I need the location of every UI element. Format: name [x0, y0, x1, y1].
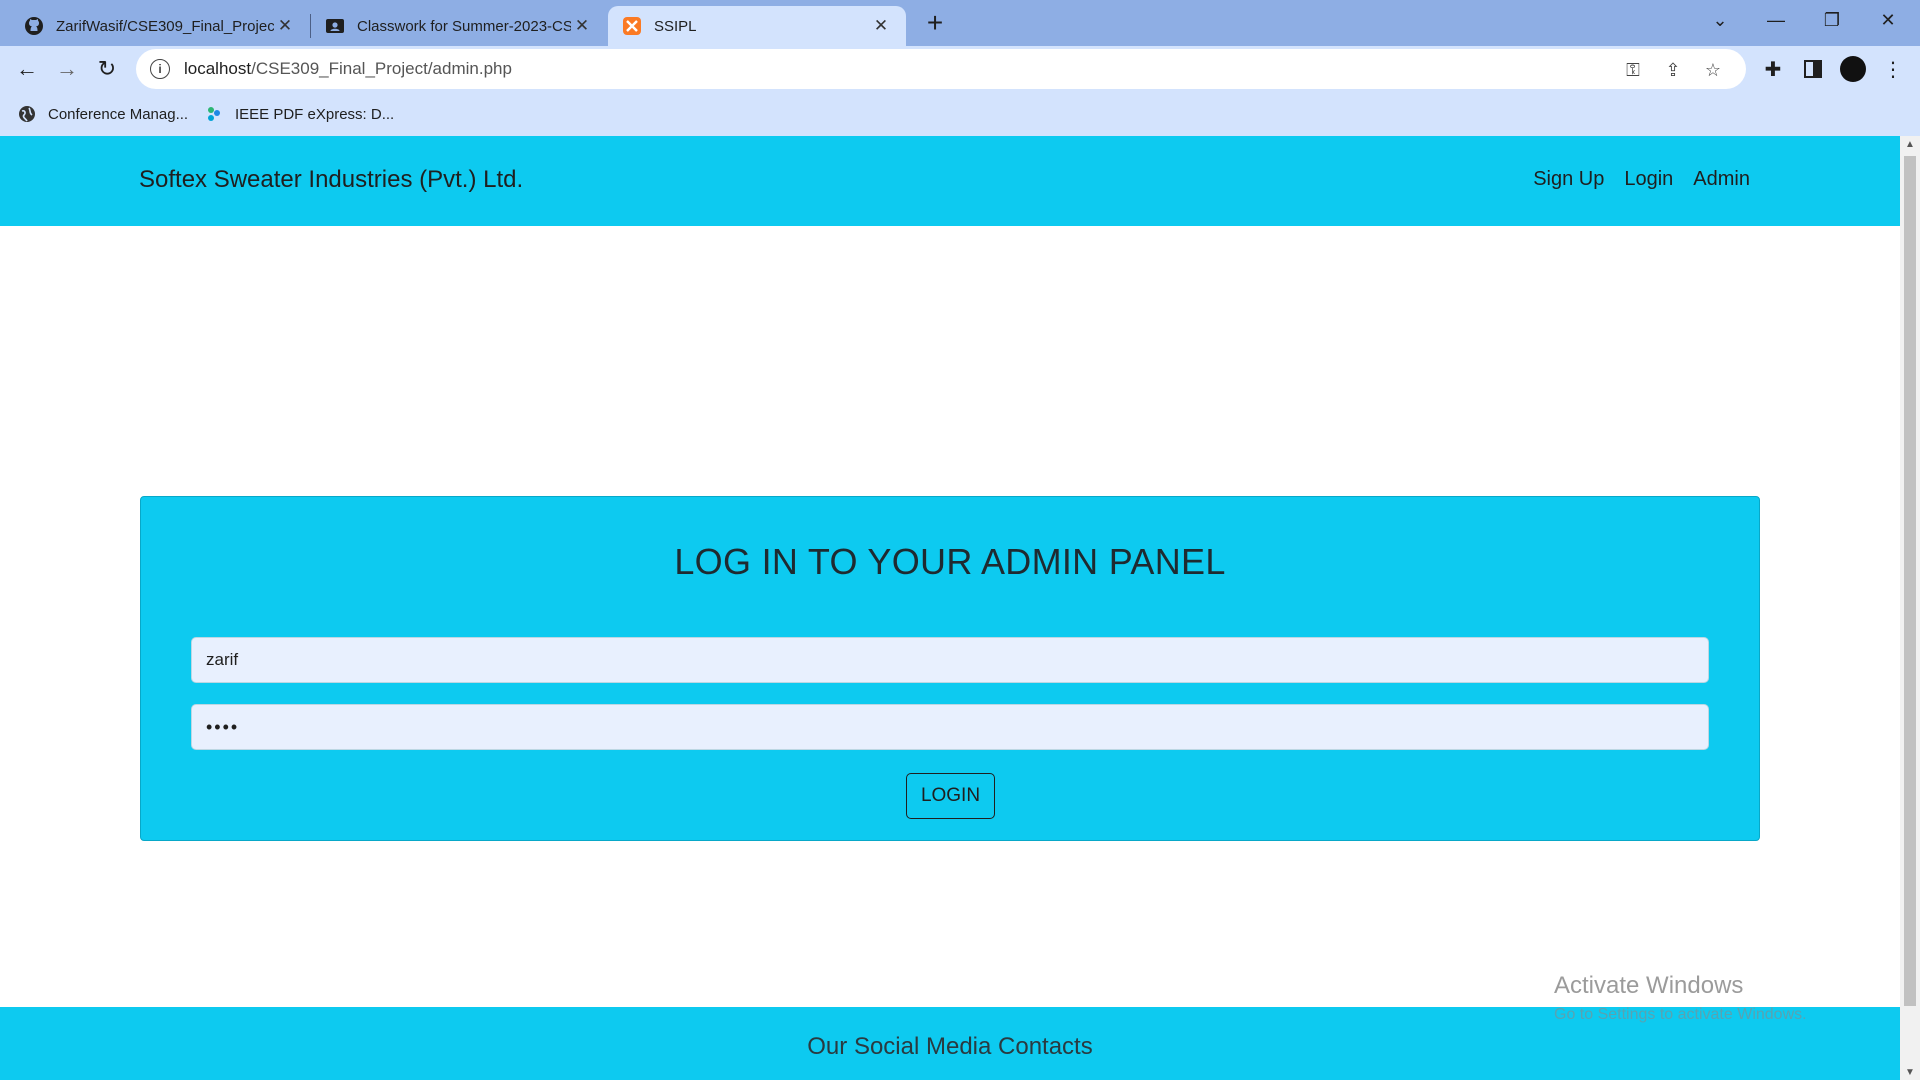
login-title: LOG IN TO YOUR ADMIN PANEL — [674, 541, 1226, 582]
back-arrow-icon[interactable]: ← — [10, 52, 44, 86]
footer-heading: Our Social Media Contacts — [807, 1033, 1093, 1060]
url-host: localhost — [184, 59, 252, 78]
scrollbar-thumb[interactable] — [1904, 156, 1916, 1006]
close-tab-icon[interactable]: ✕ — [870, 15, 892, 37]
username-field[interactable]: zarif — [191, 637, 1709, 683]
close-tab-icon[interactable]: ✕ — [274, 15, 296, 37]
forward-arrow-icon[interactable]: → — [50, 52, 84, 86]
extensions-puzzle-icon[interactable]: ✚ — [1760, 56, 1786, 82]
restore-icon[interactable]: ❐ — [1804, 0, 1860, 40]
globe-icon — [18, 105, 36, 123]
site-nav-links: Sign Up Login Admin — [1533, 168, 1750, 191]
activate-windows-watermark: Activate Windows Go to Settings to activ… — [1554, 972, 1807, 1024]
watermark-title: Activate Windows — [1554, 972, 1744, 999]
tab-classroom[interactable]: Classwork for Summer-2023-CSE ✕ — [311, 6, 607, 46]
scroll-down-arrow-icon[interactable]: ▼ — [1900, 1064, 1920, 1080]
site-brand[interactable]: Softex Sweater Industries (Pvt.) Ltd. — [139, 166, 523, 194]
tab-title: Classwork for Summer-2023-CSE — [357, 17, 571, 35]
nav-admin-link[interactable]: Admin — [1693, 168, 1750, 191]
close-window-icon[interactable]: ✕ — [1860, 0, 1916, 40]
ieee-icon — [205, 105, 223, 123]
bookmarks-bar: Conference Manag... IEEE PDF eXpress: D.… — [0, 92, 1920, 136]
xampp-icon — [622, 16, 642, 36]
tab-title: ZarifWasif/CSE309_Final_Project — [56, 17, 274, 35]
close-tab-icon[interactable]: ✕ — [571, 15, 593, 37]
bookmark-label: Conference Manag... — [48, 105, 189, 123]
scroll-up-arrow-icon[interactable]: ▲ — [1900, 136, 1920, 152]
more-menu-icon[interactable]: ⋮ — [1880, 56, 1906, 82]
admin-login-card: LOG IN TO YOUR ADMIN PANEL zarif •••• LO… — [140, 496, 1760, 841]
url-text[interactable]: localhost/CSE309_Final_Project/admin.php — [184, 59, 512, 79]
page-viewport: Softex Sweater Industries (Pvt.) Ltd. Si… — [0, 136, 1900, 1080]
tab-title: SSIPL — [654, 17, 697, 35]
nav-signup-link[interactable]: Sign Up — [1533, 168, 1604, 191]
side-panel-icon[interactable] — [1800, 56, 1826, 82]
share-icon[interactable]: ⇪ — [1662, 59, 1684, 81]
site-navbar: Softex Sweater Industries (Pvt.) Ltd. Si… — [0, 136, 1900, 226]
login-button[interactable]: LOGIN — [906, 773, 995, 819]
nav-login-link[interactable]: Login — [1624, 168, 1673, 191]
bookmark-star-icon[interactable]: ☆ — [1702, 59, 1724, 81]
tab-github[interactable]: ZarifWasif/CSE309_Final_Project ✕ — [10, 6, 310, 46]
site-info-icon[interactable]: i — [150, 59, 170, 79]
profile-avatar[interactable] — [1840, 56, 1866, 82]
password-field[interactable]: •••• — [191, 704, 1709, 750]
browser-tabstrip: ZarifWasif/CSE309_Final_Project ✕ Classw… — [0, 0, 1920, 46]
reload-icon[interactable]: ↻ — [90, 52, 124, 86]
github-icon — [24, 16, 44, 36]
new-tab-plus-icon[interactable]: + — [920, 7, 950, 38]
page-scrollbar[interactable]: ▲ ▼ — [1900, 136, 1920, 1080]
url-path: /CSE309_Final_Project/admin.php — [251, 59, 512, 78]
tab-ssipl[interactable]: SSIPL ✕ — [608, 6, 906, 46]
tab-search-chevron-icon[interactable]: ⌄ — [1692, 0, 1748, 40]
key-icon[interactable]: ⚿ — [1622, 59, 1644, 81]
bookmark-ieee[interactable]: IEEE PDF eXpress: D... — [205, 102, 394, 126]
minimize-icon[interactable]: — — [1748, 0, 1804, 40]
watermark-subtitle: Go to Settings to activate Windows. — [1554, 1006, 1807, 1023]
browser-toolbar: ← → ↻ i localhost/CSE309_Final_Project/a… — [0, 46, 1920, 92]
address-bar[interactable]: i localhost/CSE309_Final_Project/admin.p… — [136, 49, 1746, 89]
classroom-icon — [325, 16, 345, 36]
bookmark-conference[interactable]: Conference Manag... — [18, 102, 188, 126]
bookmark-label: IEEE PDF eXpress: D... — [235, 105, 395, 123]
